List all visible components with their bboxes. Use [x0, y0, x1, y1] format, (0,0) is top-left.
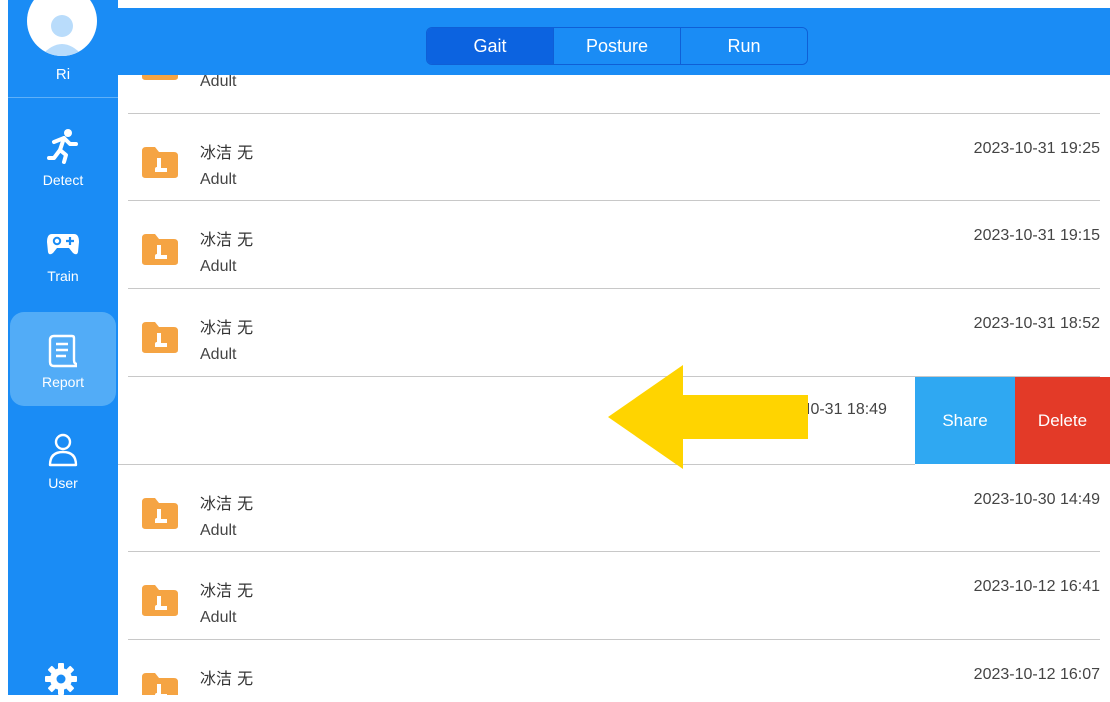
list-item[interactable]: 冰洁 无 Adult 2023-10-31 19:15 [118, 202, 1110, 289]
tab-group: Gait Posture Run [426, 27, 808, 65]
running-person-icon [8, 128, 118, 164]
sidebar-item-label: Detect [42, 172, 84, 188]
sidebar-item-detect[interactable]: Detect [8, 110, 118, 204]
record-name: 冰洁 无 [200, 143, 254, 162]
record-date: 2023-10-30 14:49 [973, 491, 1100, 508]
folder-boot-icon [140, 583, 180, 617]
sidebar-item-report[interactable]: Report [10, 312, 116, 406]
folder-boot-icon [140, 75, 180, 81]
tab-run[interactable]: Run [681, 28, 807, 64]
folder-boot-icon [140, 232, 180, 266]
user-icon [8, 431, 118, 467]
report-list: Adult 冰洁 无 Adult 2023-10-31 19:25 冰洁 无 A… [118, 75, 1110, 695]
record-date: I0-31 18:49 [806, 401, 887, 418]
divider [128, 639, 1100, 640]
divider [128, 288, 1100, 289]
list-item[interactable]: 冰洁 无 Adult 2023-10-30 14:49 [118, 466, 1110, 553]
divider [128, 113, 1100, 114]
list-item[interactable]: 冰洁 无 2023-10-12 16:07 [118, 641, 1110, 695]
record-type: Adult [200, 258, 237, 275]
record-date: 2023-10-12 16:41 [973, 578, 1100, 595]
record-name: 冰洁 无 [200, 581, 254, 600]
record-name: 冰洁 无 [200, 669, 254, 688]
tab-gait[interactable]: Gait [427, 28, 554, 64]
gear-icon[interactable] [43, 661, 79, 697]
record-type: Adult [200, 75, 237, 90]
gamepad-icon [8, 224, 118, 260]
top-strip [0, 0, 1110, 8]
record-date: 2023-10-12 16:07 [973, 666, 1100, 683]
record-name: 冰洁 无 [200, 494, 254, 513]
record-type: Adult [200, 522, 237, 539]
tab-posture[interactable]: Posture [554, 28, 681, 64]
record-type: Adult [200, 609, 237, 626]
record-date: 2023-10-31 19:15 [973, 227, 1100, 244]
sidebar-item-train[interactable]: Train [8, 206, 118, 300]
sidebar-item-label: User [48, 475, 78, 491]
record-type: Adult [200, 346, 237, 363]
record-date: 2023-10-31 19:25 [973, 140, 1100, 157]
report-scroll-icon [10, 330, 116, 368]
sidebar-divider [8, 97, 118, 98]
swipe-left-arrow [608, 365, 818, 474]
share-button[interactable]: Share [915, 377, 1015, 464]
folder-boot-icon [140, 496, 180, 530]
sidebar-item-user[interactable]: User [8, 413, 118, 507]
record-name: 冰洁 无 [200, 230, 254, 249]
list-item[interactable]: 冰洁 无 Adult 2023-10-12 16:41 [118, 553, 1110, 640]
top-bar: Gait Posture Run [118, 8, 1110, 75]
divider [128, 551, 1100, 552]
folder-boot-icon [140, 145, 180, 179]
record-name: 冰洁 无 [200, 318, 254, 337]
sidebar-item-label: Report [41, 374, 85, 390]
record-type: Adult [200, 171, 237, 188]
user-name: Ri [55, 66, 71, 83]
list-item[interactable]: Adult [118, 75, 1110, 104]
delete-button[interactable]: Delete [1015, 377, 1110, 464]
record-date: 2023-10-31 18:52 [973, 315, 1100, 332]
sidebar-item-label: Train [47, 268, 79, 284]
list-item[interactable]: 冰洁 无 Adult 2023-10-31 18:52 [118, 290, 1110, 377]
list-item[interactable]: 冰洁 无 Adult 2023-10-31 19:25 [118, 115, 1110, 202]
folder-boot-icon [140, 671, 180, 695]
folder-boot-icon [140, 320, 180, 354]
divider [128, 200, 1100, 201]
